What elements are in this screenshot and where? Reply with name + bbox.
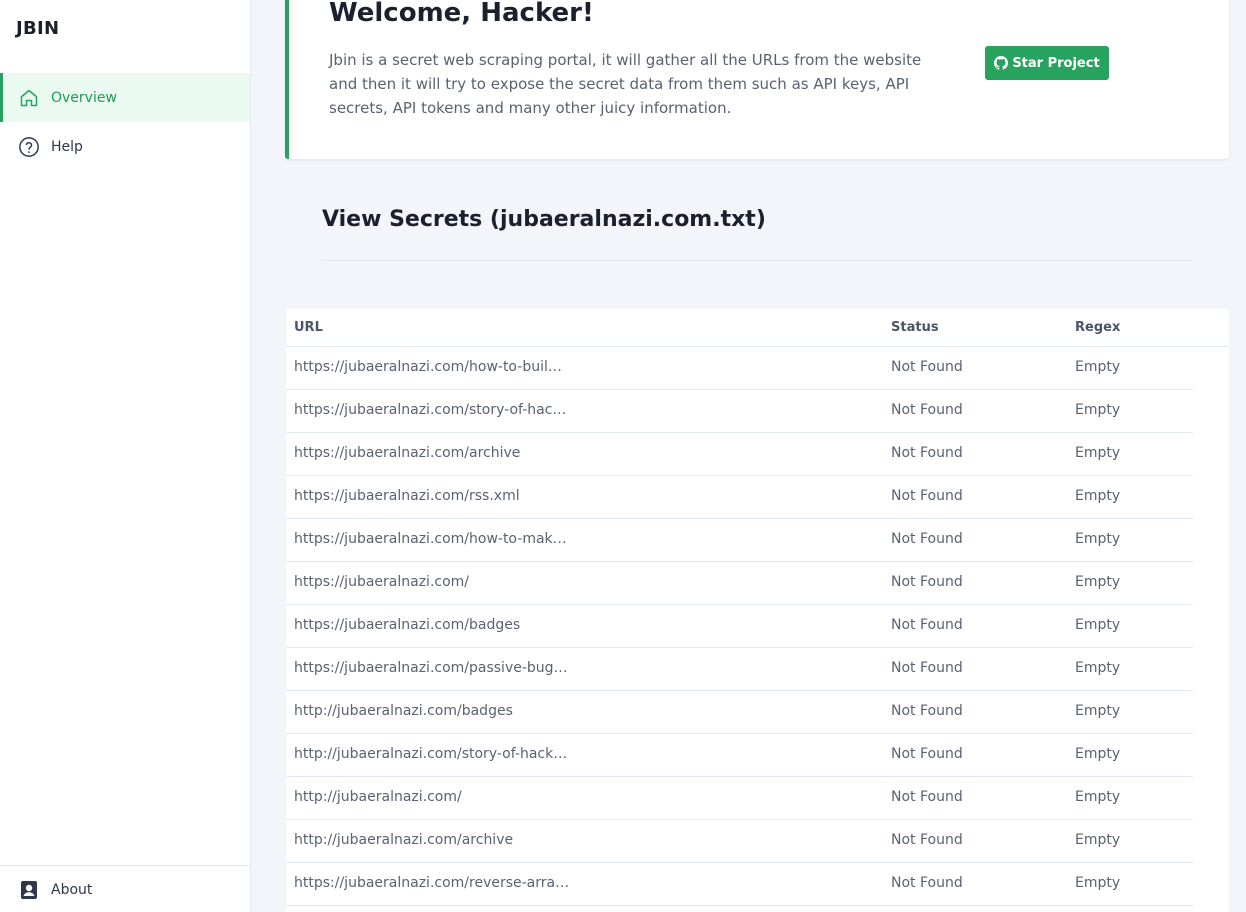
url-cell[interactable]: https://jubaeralnazi.com/badges [294,617,520,633]
url-link[interactable]: http://jubaeralnazi.com/ [294,789,462,805]
github-icon [994,56,1009,70]
url-link[interactable]: https://jubaeralnazi.com/passive-bug… [294,660,568,676]
header-url[interactable]: URL [294,320,323,335]
table-row[interactable]: https://jubaeralnazi.com/archive Not Foun… [286,433,1193,476]
regex-cell: Empty [1075,402,1121,418]
sidebar-item-label: Overview [51,89,117,106]
url-cell[interactable]: https://jubaeralnazi.com/reverse-arra… [294,875,569,891]
table-body: https://jubaeralnazi.com/how-to-buil… Not… [286,347,1229,906]
table-row[interactable]: https://jubaeralnazi.com/reverse-arra… No… [286,863,1193,906]
sidebar-item-about[interactable]: About [0,866,250,912]
url-link[interactable]: https://jubaeralnazi.com/story-of-hac… [294,402,566,418]
table-row[interactable]: http://jubaeralnazi.com/archive Not Found… [286,820,1193,863]
url-cell[interactable]: https://jubaeralnazi.com/archive [294,445,520,461]
status-cell: Not Found [891,402,963,418]
home-icon [18,87,40,109]
table-row[interactable]: https://jubaeralnazi.com/how-to-mak… Not … [286,519,1193,562]
sidebar-item-label: Help [51,138,83,155]
welcome-description: Jbin is a secret web scraping portal, it… [329,51,922,117]
url-link[interactable]: https://jubaeralnazi.com/reverse-arra… [294,875,569,891]
url-cell[interactable]: https://jubaeralnazi.com/how-to-mak… [294,531,567,547]
sidebar: JBIN Overview Help About [0,0,251,912]
regex-cell: Empty [1075,574,1121,590]
url-cell[interactable]: https://jubaeralnazi.com/ [294,574,469,590]
url-cell[interactable]: http://jubaeralnazi.com/badges [294,703,513,719]
secrets-table: URL Status Regex https://jubaeralnazi.co… [286,309,1229,912]
status-cell: Not Found [891,617,963,633]
contact-card-icon [18,879,40,901]
table-row[interactable]: http://jubaeralnazi.com/badges Not Found E… [286,691,1193,734]
welcome-title: Welcome, Hacker! [329,0,594,28]
url-link[interactable]: https://jubaeralnazi.com/badges [294,617,520,633]
table-row[interactable]: https://jubaeralnazi.com/rss.xml Not Foun… [286,476,1193,519]
url-cell[interactable]: http://jubaeralnazi.com/story-of-hack… [294,746,567,762]
url-cell[interactable]: https://jubaeralnazi.com/passive-bug… [294,660,568,676]
table-row[interactable]: https://jubaeralnazi.com/badges Not Found… [286,605,1193,648]
status-cell: Not Found [891,531,963,547]
section-title: View Secrets (jubaeralnazi.com.txt) [322,207,766,232]
header-regex[interactable]: Regex [1075,320,1120,335]
url-link[interactable]: https://jubaeralnazi.com/how-to-buil… [294,359,562,375]
table-row[interactable]: http://jubaeralnazi.com/Not Found Empty [286,777,1193,820]
url-cell[interactable]: https://jubaeralnazi.com/rss.xml [294,488,520,504]
url-link[interactable]: http://jubaeralnazi.com/archive [294,832,513,848]
sidebar-footer: About [0,865,250,912]
status-cell: Not Found [891,875,963,891]
regex-cell: Empty [1075,875,1121,891]
regex-cell: Empty [1075,445,1121,461]
status-cell: Not Found [891,703,963,719]
status-cell: Not Found [891,789,963,805]
regex-cell: Empty [1075,531,1121,547]
table-row[interactable]: https://jubaeralnazi.com/story-of-hac… No… [286,390,1193,433]
regex-cell: Empty [1075,660,1121,676]
table-header: URL Status Regex [286,309,1229,347]
url-cell[interactable]: http://jubaeralnazi.com/ [294,789,462,805]
help-circle-icon [18,136,40,158]
url-cell[interactable]: https://jubaeralnazi.com/story-of-hac… [294,402,566,418]
welcome-card: Welcome, Hacker! Jbin is a secret web sc… [285,0,1229,159]
sidebar-item-help[interactable]: Help [0,122,250,171]
regex-cell: Empty [1075,488,1121,504]
url-link[interactable]: http://jubaeralnazi.com/badges [294,703,513,719]
url-link[interactable]: https://jubaeralnazi.com/rss.xml [294,488,520,504]
status-cell: Not Found [891,359,963,375]
regex-cell: Empty [1075,359,1121,375]
star-project-button[interactable]: Star Project [985,46,1109,80]
table-row[interactable]: https://jubaeralnazi.com/passive-bug… Not… [286,648,1193,691]
status-cell: Not Found [891,574,963,590]
url-link[interactable]: https://jubaeralnazi.com/ [294,574,469,590]
brand-logo[interactable]: JBIN [16,18,59,39]
divider [322,260,1193,261]
url-cell[interactable]: http://jubaeralnazi.com/archive [294,832,513,848]
regex-cell: Empty [1075,789,1121,805]
url-link[interactable]: http://jubaeralnazi.com/story-of-hack… [294,746,567,762]
table-row[interactable]: https://jubaeralnazi.com/Not Found Empty [286,562,1193,605]
sidebar-item-label: About [51,881,93,898]
status-cell: Not Found [891,445,963,461]
url-link[interactable]: https://jubaeralnazi.com/archive [294,445,520,461]
regex-cell: Empty [1075,832,1121,848]
regex-cell: Empty [1075,746,1121,762]
status-cell: Not Found [891,488,963,504]
status-cell: Not Found [891,660,963,676]
table-row[interactable]: http://jubaeralnazi.com/story-of-hack… No… [286,734,1193,777]
regex-cell: Empty [1075,703,1121,719]
star-project-label: Star Project [1012,55,1100,71]
status-cell: Not Found [891,746,963,762]
header-status[interactable]: Status [891,320,939,335]
url-cell[interactable]: https://jubaeralnazi.com/how-to-buil… [294,359,562,375]
regex-cell: Empty [1075,617,1121,633]
status-cell: Not Found [891,832,963,848]
url-link[interactable]: https://jubaeralnazi.com/how-to-mak… [294,531,567,547]
sidebar-item-overview[interactable]: Overview [0,73,250,122]
table-row[interactable]: https://jubaeralnazi.com/how-to-buil… Not… [286,347,1193,390]
